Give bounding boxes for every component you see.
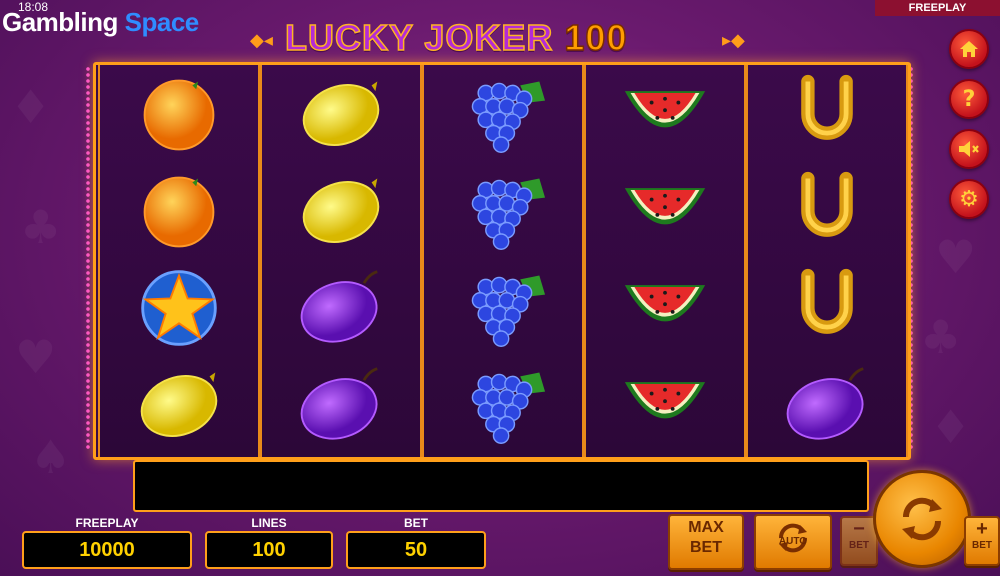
reel-3-cell-4 — [424, 358, 582, 454]
reel-3 — [422, 65, 584, 457]
reel-2-cell-2 — [262, 164, 420, 260]
game-title: LUCKY JOKER 100 — [284, 16, 628, 59]
orange-symbol-icon — [143, 79, 215, 151]
reel-4-cell-3 — [586, 261, 744, 357]
reel-2 — [260, 65, 422, 457]
gear-icon: ⚙ — [959, 186, 979, 212]
reel-1-cell-1 — [100, 67, 258, 163]
minus-icon: − — [853, 518, 865, 540]
reel-5 — [746, 65, 908, 457]
reel-2-cell-4 — [262, 358, 420, 454]
bet-increase-label: BET — [972, 540, 992, 551]
auto-spin-button[interactable]: AUTO — [754, 514, 832, 570]
reel-1-cell-4 — [100, 358, 258, 454]
lines-value: 100 — [205, 531, 333, 569]
spin-icon — [902, 497, 942, 541]
brand-logo: Gambling Space — [2, 7, 199, 38]
lines-label: LINES — [251, 516, 287, 530]
home-button[interactable] — [949, 29, 989, 69]
bet-label: BET — [404, 516, 428, 530]
reel-3-cell-1 — [424, 67, 582, 163]
win-message-bar — [133, 460, 869, 512]
star-symbol-icon — [141, 270, 217, 346]
reel-2-cell-1 — [262, 67, 420, 163]
freeplay-label: FREEPLAY — [75, 516, 139, 530]
grapes-symbol-icon — [471, 275, 546, 347]
reel-1-cell-2 — [100, 164, 258, 260]
watermelon-symbol-icon — [624, 382, 706, 419]
reel-4-cell-4 — [586, 358, 744, 454]
reel-1 — [98, 65, 260, 457]
lemon-symbol-icon — [302, 81, 380, 146]
left-light-strip — [86, 66, 90, 450]
question-icon: ? — [962, 86, 976, 112]
reel-1-cell-3 — [100, 261, 258, 357]
bet-decrease-label: BET — [849, 540, 869, 551]
lemon-symbol-icon — [302, 178, 380, 243]
spin-button[interactable] — [873, 470, 971, 568]
grapes-symbol-icon — [471, 81, 546, 153]
title-right-ornament-icon: ▸◆ — [722, 30, 745, 50]
bet-value: 50 — [346, 531, 486, 569]
watermelon-symbol-icon — [624, 285, 706, 322]
max-bet-bottom-label: BET — [690, 539, 722, 556]
horseshoe-symbol-icon — [801, 74, 853, 140]
reel-4-cell-1 — [586, 67, 744, 163]
plum-symbol-icon — [786, 367, 864, 440]
reel-5-cell-2 — [748, 164, 906, 260]
reel-4 — [584, 65, 746, 457]
horseshoe-symbol-icon — [801, 171, 853, 237]
mode-badge: FREEPLAY — [875, 0, 1000, 16]
brand-word-2: Space — [124, 7, 200, 37]
reel-3-cell-2 — [424, 164, 582, 260]
brand-word-1: Gambling — [2, 7, 118, 37]
reel-5-cell-3 — [748, 261, 906, 357]
game-title-number: 100 — [564, 16, 628, 59]
watermelon-symbol-icon — [624, 91, 706, 128]
reel-2-cell-3 — [262, 261, 420, 357]
reels-area — [93, 62, 911, 460]
horseshoe-symbol-icon — [801, 268, 853, 334]
title-left-ornament-icon: ◆◂ — [250, 30, 273, 50]
auto-label: AUTO — [778, 536, 808, 547]
game-title-main: LUCKY JOKER — [284, 16, 554, 59]
max-bet-button[interactable]: MAX BET — [668, 514, 744, 570]
lemon-symbol-icon — [140, 372, 218, 437]
plum-symbol-icon — [300, 270, 378, 343]
reel-5-cell-4 — [748, 358, 906, 454]
home-icon — [960, 41, 978, 57]
max-bet-top-label: MAX — [688, 519, 724, 536]
grapes-symbol-icon — [471, 372, 546, 444]
help-button[interactable]: ? — [949, 79, 989, 119]
bet-increase-button[interactable]: + BET — [964, 516, 1000, 566]
grapes-symbol-icon — [471, 178, 546, 250]
freeplay-balance: 10000 — [22, 531, 192, 569]
plus-icon: + — [976, 518, 988, 540]
reel-5-cell-1 — [748, 67, 906, 163]
reel-3-cell-3 — [424, 261, 582, 357]
watermelon-symbol-icon — [624, 188, 706, 225]
sound-button[interactable] — [949, 129, 989, 169]
orange-symbol-icon — [143, 176, 215, 248]
reel-4-cell-2 — [586, 164, 744, 260]
settings-button[interactable]: ⚙ — [949, 179, 989, 219]
sound-muted-icon — [959, 141, 979, 157]
plum-symbol-icon — [300, 367, 378, 440]
